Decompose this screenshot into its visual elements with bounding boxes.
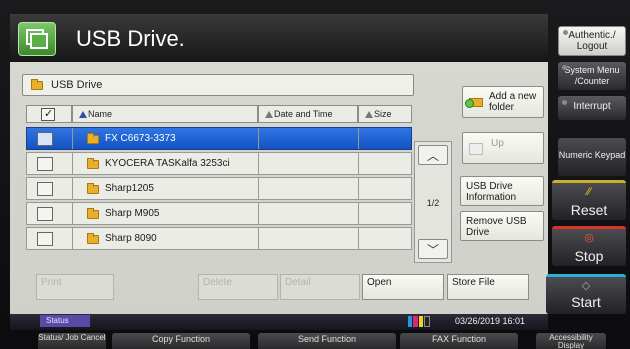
auth-logout-button[interactable]: Authentic./ Logout: [558, 26, 626, 56]
select-all-checkbox[interactable]: [26, 105, 72, 123]
button-label: Up: [491, 138, 504, 149]
page-indicator: 1/2: [426, 198, 440, 208]
chevron-up-icon: ︿: [426, 149, 439, 163]
list-item[interactable]: Sharp1205: [26, 177, 412, 200]
detail-button[interactable]: Detail: [280, 274, 360, 300]
folder-icon: [87, 233, 99, 244]
copy-function-button[interactable]: Copy Function: [112, 333, 250, 349]
status-bar: Status 03/26/2019 16:01: [10, 314, 548, 330]
page-title: USB Drive.: [76, 26, 185, 51]
column-header-size[interactable]: Size: [358, 105, 412, 123]
button-label: Authentic./ Logout: [568, 30, 616, 52]
file-list: Name Date and Time Size FX C6673-3373 KY…: [26, 105, 412, 265]
button-label: Stop: [574, 248, 604, 264]
up-folder-icon: [469, 143, 483, 155]
status-button[interactable]: Status: [40, 315, 90, 327]
usb-info-button[interactable]: USB Drive Information: [460, 176, 544, 206]
file-name: KYOCERA TASKalfa 3253ci: [105, 158, 230, 169]
row-checkbox[interactable]: [37, 157, 53, 171]
fax-function-button[interactable]: FAX Function: [400, 333, 518, 349]
list-item[interactable]: KYOCERA TASKalfa 3253ci: [26, 152, 412, 175]
button-label: USB Drive Information: [466, 181, 517, 203]
button-label: Numeric Keypad: [558, 150, 626, 160]
button-label: Reset: [570, 202, 608, 218]
chevron-down-icon: ﹀: [426, 243, 439, 257]
column-label: Name: [88, 109, 113, 119]
scrollbar: ︿ 1/2 ﹀: [414, 141, 452, 263]
title-bar: USB Drive.: [10, 14, 548, 62]
button-label: Interrupt: [573, 101, 611, 112]
sort-icon: [265, 111, 273, 118]
date-time: 03/26/2019 16:01: [455, 316, 526, 326]
row-checkbox[interactable]: [37, 132, 53, 146]
usb-drive-icon: [18, 22, 56, 56]
column-label: Size: [374, 109, 392, 119]
checkbox-icon: [41, 107, 55, 121]
reset-icon: ⁄⁄: [587, 186, 591, 198]
list-item[interactable]: Sharp M905: [26, 202, 412, 225]
start-button[interactable]: ◇ Start: [546, 274, 626, 314]
column-header-date[interactable]: Date and Time: [258, 105, 358, 123]
interrupt-button[interactable]: Interrupt: [558, 96, 626, 120]
row-checkbox[interactable]: [37, 232, 53, 246]
breadcrumb: USB Drive: [22, 74, 414, 96]
up-button[interactable]: Up: [462, 132, 544, 164]
scroll-down-button[interactable]: ﹀: [418, 239, 448, 259]
button-label: Add a new folder: [489, 91, 537, 113]
button-label: Remove USB Drive: [466, 216, 527, 238]
sort-icon: [365, 111, 373, 118]
row-checkbox[interactable]: [37, 207, 53, 221]
stop-icon: ◎: [584, 232, 594, 244]
scroll-up-button[interactable]: ︿: [418, 145, 448, 165]
file-name: FX C6673-3373: [105, 133, 176, 144]
stop-button[interactable]: ◎ Stop: [552, 226, 626, 266]
open-button[interactable]: Open: [362, 274, 444, 300]
column-label: Date and Time: [274, 109, 333, 119]
add-folder-icon: [465, 98, 483, 108]
folder-icon: [87, 208, 99, 219]
delete-button[interactable]: Delete: [198, 274, 278, 300]
file-name: Sharp 8090: [105, 233, 157, 244]
print-button[interactable]: Print: [36, 274, 114, 300]
file-name: Sharp1205: [105, 183, 154, 194]
system-menu-button[interactable]: System Menu /Counter: [558, 62, 626, 90]
sort-asc-icon: [79, 111, 87, 118]
list-item[interactable]: FX C6673-3373: [26, 127, 412, 150]
accessibility-display-button[interactable]: Accessibility Display: [536, 333, 606, 349]
add-folder-button[interactable]: Add a new folder: [462, 86, 544, 118]
touch-screen: USB Drive. USB Drive Name Date and Time …: [10, 14, 548, 330]
row-checkbox[interactable]: [37, 182, 53, 196]
folder-icon: [31, 79, 43, 90]
folder-icon: [87, 158, 99, 169]
button-label: System Menu /Counter: [564, 65, 620, 86]
job-cancel-button[interactable]: Status/ Job Cancel: [38, 333, 106, 349]
folder-icon: [87, 183, 99, 194]
column-header-name[interactable]: Name: [72, 105, 258, 123]
file-name: Sharp M905: [105, 208, 160, 219]
reset-button[interactable]: ⁄⁄ Reset: [552, 180, 626, 220]
remove-usb-button[interactable]: Remove USB Drive: [460, 211, 544, 241]
breadcrumb-label: USB Drive: [51, 79, 103, 91]
send-function-button[interactable]: Send Function: [258, 333, 396, 349]
button-label: Start: [571, 294, 601, 310]
start-icon: ◇: [581, 280, 591, 292]
list-item[interactable]: Sharp 8090: [26, 227, 412, 250]
folder-icon: [87, 133, 99, 144]
toner-level-icon: [408, 316, 430, 327]
numeric-keypad-button[interactable]: Numeric Keypad: [558, 138, 626, 176]
store-file-button[interactable]: Store File: [447, 274, 529, 300]
